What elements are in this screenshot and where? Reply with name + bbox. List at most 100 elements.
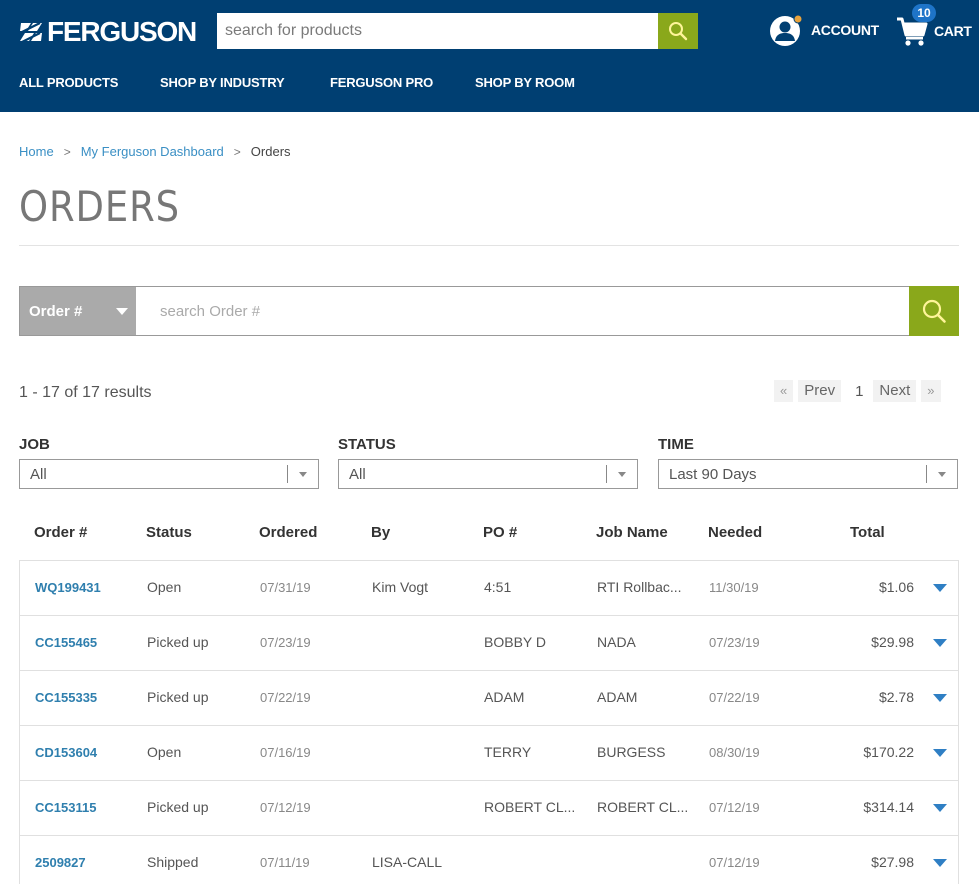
table-row[interactable]: CC155465 Picked up 07/23/19 BOBBY D NADA… xyxy=(20,616,958,671)
order-number-link[interactable]: CC155335 xyxy=(35,690,97,705)
job-filter-select[interactable]: All xyxy=(19,459,319,489)
expand-row-icon[interactable] xyxy=(933,804,947,812)
ordered-date: 07/16/19 xyxy=(260,745,311,760)
expand-row-icon[interactable] xyxy=(933,749,947,757)
cart-label: CART xyxy=(934,23,972,39)
account-icon xyxy=(769,13,803,47)
last-page-button[interactable]: » xyxy=(921,380,941,402)
chevron-down-icon xyxy=(938,472,946,477)
table-row[interactable]: 2509827 Shipped 07/11/19 LISA-CALL 07/12… xyxy=(20,836,958,884)
expand-row-icon[interactable] xyxy=(933,584,947,592)
table-row[interactable]: WQ199431 Open 07/31/19 Kim Vogt 4:51 RTI… xyxy=(20,561,958,616)
order-status: Open xyxy=(147,579,182,595)
breadcrumb-dashboard[interactable]: My Ferguson Dashboard xyxy=(81,144,224,159)
search-type-label: Order # xyxy=(29,302,83,320)
order-number-link[interactable]: CC155465 xyxy=(35,635,97,650)
column-header-ordered[interactable]: Ordered xyxy=(259,524,317,541)
order-total: $170.22 xyxy=(863,744,914,760)
order-number-link[interactable]: WQ199431 xyxy=(35,580,101,595)
chevron-down-icon xyxy=(299,472,307,477)
select-divider xyxy=(606,465,607,483)
order-search-input[interactable] xyxy=(136,287,909,335)
prev-page-button[interactable]: Prev xyxy=(798,380,842,402)
po-number: ROBERT CL... xyxy=(484,799,576,815)
table-row[interactable]: CC155335 Picked up 07/22/19 ADAM ADAM 07… xyxy=(20,671,958,726)
needed-date: 11/30/19 xyxy=(709,580,759,595)
job-name: RTI Rollbac... xyxy=(597,579,682,595)
column-header-job-name[interactable]: Job Name xyxy=(596,524,668,541)
order-number-link[interactable]: CD153604 xyxy=(35,745,97,760)
table-body: WQ199431 Open 07/31/19 Kim Vogt 4:51 RTI… xyxy=(19,560,959,884)
needed-date: 07/22/19 xyxy=(709,690,760,705)
nav-shop-by-industry[interactable]: SHOP BY INDUSTRY xyxy=(160,70,285,96)
select-divider xyxy=(287,465,288,483)
ordered-date: 07/11/19 xyxy=(260,855,310,870)
po-number: BOBBY D xyxy=(484,634,546,650)
ordered-date: 07/12/19 xyxy=(260,800,311,815)
job-filter-label: JOB xyxy=(19,436,50,453)
status-filter-select[interactable]: All xyxy=(338,459,638,489)
order-status: Picked up xyxy=(147,634,209,650)
column-header-order[interactable]: Order # xyxy=(34,524,87,541)
brand-name: FERGUSON xyxy=(47,16,197,47)
breadcrumb-separator: > xyxy=(233,144,241,159)
order-total: $27.98 xyxy=(871,854,914,870)
expand-row-icon[interactable] xyxy=(933,694,947,702)
nav-all-products[interactable]: ALL PRODUCTS xyxy=(19,70,118,96)
table-row[interactable]: CC153115 Picked up 07/12/19 ROBERT CL...… xyxy=(20,781,958,836)
ordered-date: 07/23/19 xyxy=(260,635,311,650)
job-filter: JOB All xyxy=(19,436,319,489)
column-header-status[interactable]: Status xyxy=(146,524,192,541)
ferguson-logo[interactable]: FERGUSON xyxy=(18,16,197,47)
account-label: ACCOUNT xyxy=(811,22,879,38)
job-name: BURGESS xyxy=(597,744,666,760)
status-filter-value: All xyxy=(349,465,366,483)
ordered-date: 07/22/19 xyxy=(260,690,311,705)
cart-link[interactable]: CART xyxy=(896,14,972,48)
order-number-link[interactable]: 2509827 xyxy=(35,855,86,870)
column-header-needed[interactable]: Needed xyxy=(708,524,762,541)
order-search-button[interactable] xyxy=(909,286,959,336)
breadcrumb-home[interactable]: Home xyxy=(19,144,54,159)
nav-shop-by-room[interactable]: SHOP BY ROOM xyxy=(475,70,575,96)
search-type-dropdown[interactable]: Order # xyxy=(20,287,136,335)
status-filter: STATUS All xyxy=(338,436,638,489)
job-name: ADAM xyxy=(597,689,638,705)
select-divider xyxy=(926,465,927,483)
product-search-button[interactable] xyxy=(658,13,698,49)
job-name: NADA xyxy=(597,634,636,650)
order-status: Shipped xyxy=(147,854,199,870)
needed-date: 07/12/19 xyxy=(709,800,760,815)
column-header-total[interactable]: Total xyxy=(850,524,885,541)
expand-row-icon[interactable] xyxy=(933,859,947,867)
needed-date: 07/12/19 xyxy=(709,855,760,870)
table-row[interactable]: CD153604 Open 07/16/19 TERRY BURGESS 08/… xyxy=(20,726,958,781)
search-icon xyxy=(669,22,688,41)
status-filter-label: STATUS xyxy=(338,436,396,453)
po-number: TERRY xyxy=(484,744,532,760)
page-title: ORDERS xyxy=(19,182,181,231)
job-filter-value: All xyxy=(30,465,47,483)
current-page[interactable]: 1 xyxy=(847,383,871,400)
column-header-po[interactable]: PO # xyxy=(483,524,517,541)
first-page-button[interactable]: « xyxy=(774,380,794,402)
time-filter-select[interactable]: Last 90 Days xyxy=(658,459,958,489)
orders-table: Order # Status Ordered By PO # Job Name … xyxy=(19,508,959,884)
order-number-link[interactable]: CC153115 xyxy=(35,800,96,815)
needed-date: 07/23/19 xyxy=(709,635,760,650)
product-search-input[interactable] xyxy=(217,13,658,49)
next-page-button[interactable]: Next xyxy=(873,380,917,402)
column-header-by[interactable]: By xyxy=(371,524,390,541)
ordered-by: LISA-CALL xyxy=(372,854,443,870)
results-summary: 1 - 17 of 17 results xyxy=(19,384,152,401)
pagination: « Prev 1 Next » xyxy=(774,380,941,402)
nav-ferguson-pro[interactable]: FERGUSON PRO xyxy=(330,70,433,96)
ferguson-logo-icon xyxy=(20,22,42,43)
expand-row-icon[interactable] xyxy=(933,639,947,647)
account-link[interactable]: ACCOUNT xyxy=(769,13,879,47)
table-header: Order # Status Ordered By PO # Job Name … xyxy=(19,508,959,560)
time-filter-label: TIME xyxy=(658,436,694,453)
chevron-down-icon xyxy=(618,472,626,477)
order-total: $2.78 xyxy=(878,689,914,705)
time-filter: TIME Last 90 Days xyxy=(658,436,958,489)
